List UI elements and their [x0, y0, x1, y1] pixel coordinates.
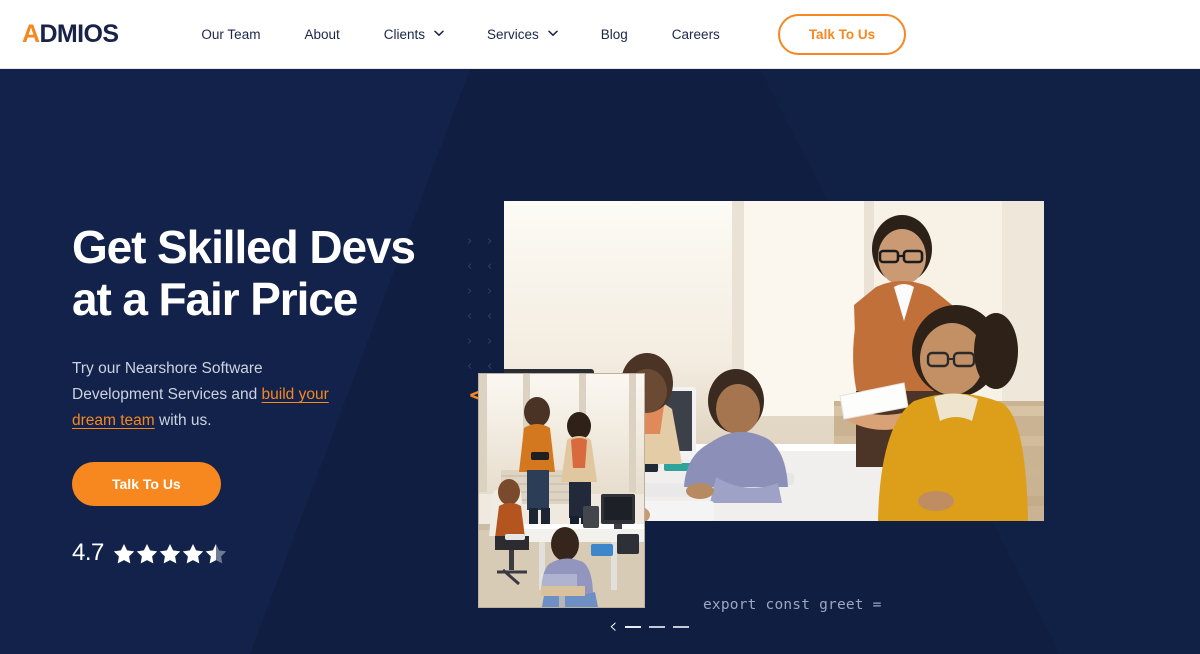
main-navigation: Our Team About Clients Services Blog Car…	[179, 13, 907, 55]
star-full-icon	[136, 543, 158, 563]
carousel-indicator-1[interactable]	[625, 625, 642, 628]
carousel-indicator-3[interactable]	[673, 625, 690, 628]
chevron-down-icon	[434, 30, 444, 39]
logo-accent-letter: A	[22, 19, 40, 48]
nav-item-our-team[interactable]: Our Team	[179, 27, 282, 42]
nav-label: Blog	[600, 26, 628, 42]
code-snippet: export const greet = ["hola", "hello", "…	[703, 540, 917, 654]
logo[interactable]: A DMIOS	[22, 19, 119, 49]
carousel-prev-icon[interactable]: ‹	[609, 616, 617, 637]
star-full-icon	[113, 543, 135, 563]
nav-label: Careers	[671, 26, 720, 42]
subcopy-text-before: Try our Nearshore Software Development S…	[72, 360, 263, 403]
page-title: Get Skilled Devs at a Fair Price	[72, 221, 416, 325]
site-header: A DMIOS Our Team About Clients Services B…	[0, 0, 1200, 69]
hero-subcopy: Try our Nearshore Software Development S…	[72, 356, 344, 434]
nav-item-clients[interactable]: Clients	[362, 27, 465, 42]
nav-item-services[interactable]: Services	[465, 27, 579, 42]
star-half-icon	[205, 543, 227, 563]
star-full-icon	[182, 543, 204, 563]
header-talk-to-us-button[interactable]: Talk To Us	[777, 13, 907, 55]
nav-item-about[interactable]: About	[282, 27, 361, 42]
rating-block: 4.7	[72, 539, 432, 567]
hero-copy-block: Get Skilled Devs at a Fair Price Try our…	[72, 221, 432, 567]
logo-text: DMIOS	[39, 19, 119, 48]
rating-value: 4.7	[72, 539, 104, 566]
carousel-indicator-2[interactable]	[649, 625, 666, 628]
nav-item-blog[interactable]: Blog	[579, 27, 650, 42]
nav-label: Services	[487, 26, 539, 42]
nav-label: Clients	[383, 26, 425, 42]
nav-label: About	[304, 26, 340, 42]
hero-section: › › › › › › › › › ‹ ‹ ‹ ‹ ‹ ‹ ‹ ‹ ‹ › › …	[0, 69, 1200, 654]
subcopy-text-after: with us.	[154, 412, 212, 429]
hero-photo-office-workspace	[478, 373, 645, 608]
star-full-icon	[159, 543, 181, 563]
hero-talk-to-us-button[interactable]: Talk To Us	[72, 462, 221, 506]
carousel-controls: ‹	[609, 616, 697, 637]
code-line-1: export const greet =	[703, 597, 882, 613]
nav-label: Our Team	[201, 26, 261, 42]
nav-item-careers[interactable]: Careers	[650, 27, 742, 42]
rating-stars	[113, 543, 227, 564]
chevron-down-icon	[548, 30, 558, 39]
